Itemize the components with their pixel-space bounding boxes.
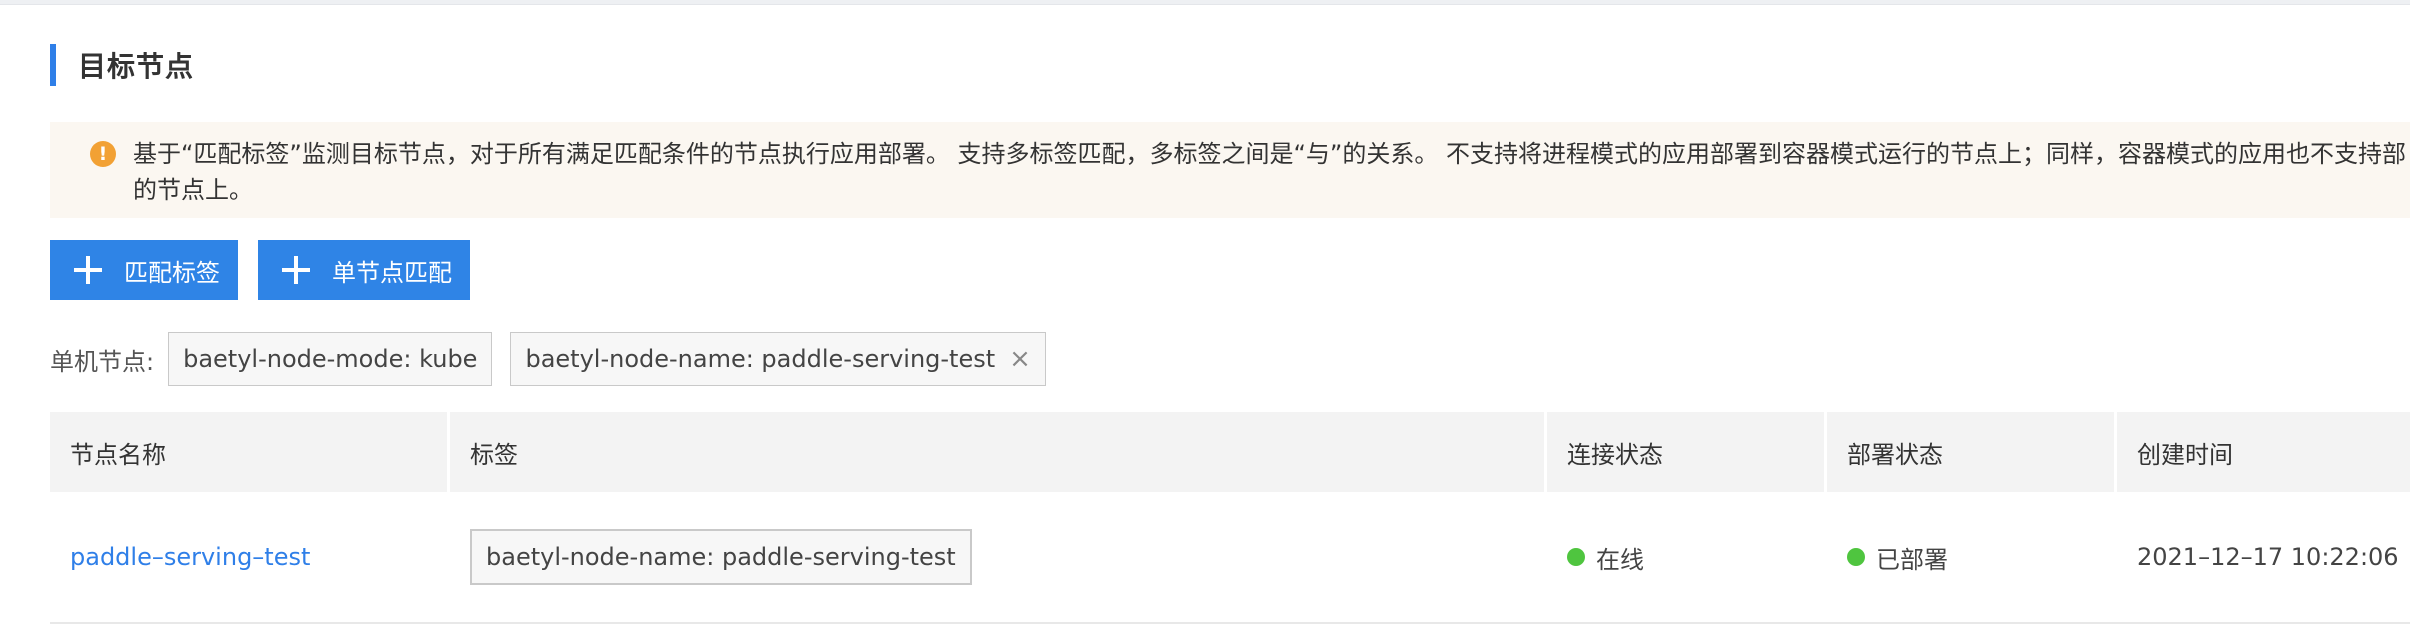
- match-label-button[interactable]: 匹配标签: [50, 240, 238, 300]
- table-row: paddle–serving–test baetyl-node-name: pa…: [50, 492, 2410, 624]
- close-icon[interactable]: ×: [1009, 344, 1031, 374]
- section-accent-bar: [50, 44, 56, 86]
- plus-icon: [282, 256, 310, 284]
- target-nodes-page: 目标节点 ! 基于“匹配标签”监测目标节点，对于所有满足匹配条件的节点执行应用部…: [0, 0, 2410, 634]
- top-divider: [0, 0, 2410, 5]
- filter-tag-text: baetyl-node-name: paddle-serving-test: [525, 345, 996, 373]
- filter-tag-text: baetyl-node-mode: kube: [183, 345, 478, 373]
- column-header-created: 创建时间: [2137, 440, 2233, 469]
- created-time-text: 2021–12–17 10:22:06: [2137, 543, 2399, 571]
- node-name-link[interactable]: paddle–serving–test: [70, 543, 310, 571]
- plus-icon: [74, 256, 102, 284]
- notice-line-1: 基于“匹配标签”监测目标节点，对于所有满足匹配条件的节点执行应用部署。 支持多标…: [133, 140, 2406, 168]
- created-time-cell: 2021–12–17 10:22:06: [2117, 492, 2410, 622]
- match-label-button-label: 匹配标签: [124, 258, 220, 287]
- single-node-filter: 单机节点: baetyl-node-mode: kube baetyl-node…: [50, 330, 1064, 388]
- node-label-tag: baetyl-node-name: paddle-serving-test: [470, 529, 972, 585]
- notice-text: 基于“匹配标签”监测目标节点，对于所有满足匹配条件的节点执行应用部署。 支持多标…: [133, 136, 2410, 208]
- status-dot-icon: [1847, 548, 1865, 566]
- filter-tag-node-mode: baetyl-node-mode: kube: [168, 332, 493, 386]
- section-title: 目标节点: [78, 50, 195, 83]
- deploy-status-text: 已部署: [1876, 545, 1948, 574]
- notice-line-2: 的节点上。: [133, 176, 253, 204]
- node-name-cell: paddle–serving–test: [50, 492, 450, 622]
- section-header: 目标节点: [50, 44, 194, 86]
- table-header: 节点名称 标签 连接状态 部署状态 创建时间: [50, 412, 2410, 492]
- connection-status-text: 在线: [1596, 545, 1644, 574]
- deploy-status-cell: 已部署: [1827, 492, 2117, 622]
- node-labels-cell: baetyl-node-name: paddle-serving-test: [450, 492, 1547, 622]
- nodes-table: 节点名称 标签 连接状态 部署状态 创建时间 paddle–serving–te…: [50, 412, 2410, 624]
- filter-tag-node-name: baetyl-node-name: paddle-serving-test ×: [510, 332, 1046, 386]
- single-node-label: 单机节点:: [50, 347, 155, 376]
- column-header-connection: 连接状态: [1547, 412, 1827, 492]
- column-header-deploy: 部署状态: [1827, 412, 2117, 492]
- connection-status-cell: 在线: [1547, 492, 1827, 622]
- status-dot-icon: [1567, 548, 1585, 566]
- single-node-match-button[interactable]: 单节点匹配: [258, 240, 470, 300]
- single-node-match-button-label: 单节点匹配: [332, 258, 452, 287]
- column-header-labels: 标签: [450, 412, 1547, 492]
- column-header-name: 节点名称: [50, 412, 450, 492]
- info-notice: ! 基于“匹配标签”监测目标节点，对于所有满足匹配条件的节点执行应用部署。 支持…: [50, 122, 2410, 218]
- warning-icon: !: [90, 141, 116, 167]
